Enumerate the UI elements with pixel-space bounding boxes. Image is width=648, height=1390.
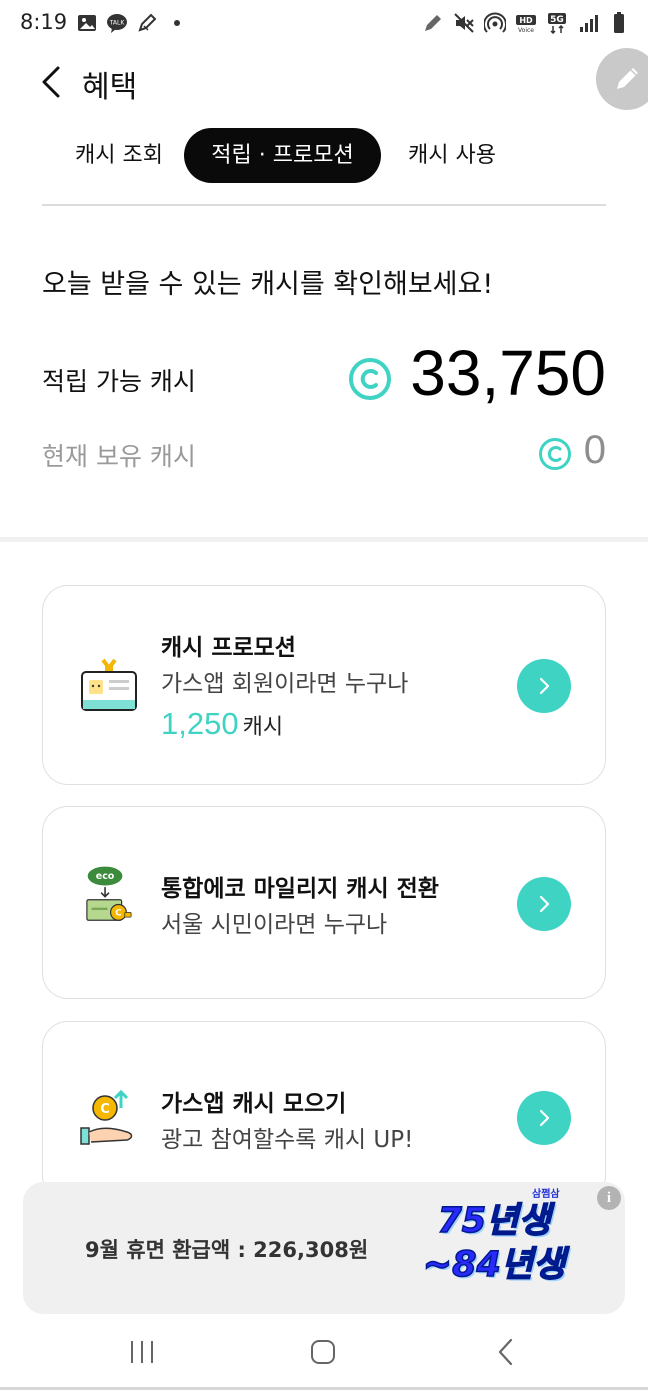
tab-bar: 캐시 조회 적립 · 프로모션 캐시 사용 [42,128,606,184]
owned-cash-label: 현재 보유 캐시 [42,442,196,471]
id-card-icon [81,658,137,711]
ad-brand-logo: 삼쩜삼 [532,1189,560,1200]
kakaotalk-icon: TALK [107,14,127,33]
ad-slogan: 75년생 ~84년생 [399,1200,589,1288]
hd-voice-icon: HD Voice [516,15,536,34]
recent-apps-button[interactable] [118,1332,166,1372]
status-right-icons: HD Voice 5G [422,12,630,34]
svg-text:Voice: Voice [518,27,534,34]
hotspot-icon [484,12,506,33]
system-nav-bar [0,1320,648,1390]
card-subtitle: 광고 참여할수록 캐시 UP! [161,1127,414,1153]
tab-cash-inquiry[interactable]: 캐시 조회 [54,128,184,183]
card-amount: 1,250 캐시 [161,706,283,742]
promotion-cash-amount: 1,250 [161,706,239,741]
eco-mileage-go-button[interactable] [517,877,571,931]
pencil-icon [617,68,638,89]
battery-icon [614,12,624,33]
home-icon [311,1340,335,1364]
owned-cash-amount: 0 [583,428,606,472]
recent-apps-icon [131,1341,153,1363]
mute-icon [454,13,474,33]
promotion-go-button[interactable] [517,659,571,713]
card-title: 캐시 프로모션 [161,635,296,661]
eco-exchange-icon: eco C [86,866,132,921]
eco-mileage-card[interactable]: eco C 통합에코 마일리지 캐시 전환 서울 시민이라면 누구나 [42,806,606,999]
tab-cash-use[interactable]: 캐시 사용 [392,128,512,183]
svg-text:5G: 5G [550,15,564,25]
cash-coin-icon [539,438,571,470]
collect-cash-card[interactable]: C 가스앱 캐시 모으기 광고 참여할수록 캐시 UP! [42,1021,606,1201]
ad-banner[interactable]: 9월 휴면 환급액 : 226,308원 삼쩜삼 75년생 ~84년생 i [23,1182,625,1314]
page-title: 혜택 [82,70,138,105]
chevron-right-icon [539,677,550,695]
chevron-right-icon [539,895,550,913]
ad-slogan-line-1: 75년생 [437,1200,552,1241]
earnable-cash-label: 적립 가능 캐시 [42,367,196,396]
status-time: 8:19 [20,10,68,34]
status-left-icons: TALK [76,12,188,34]
dot-icon [174,20,180,26]
app-header: 혜택 [0,52,648,112]
collect-cash-go-button[interactable] [517,1091,571,1145]
card-title: 통합에코 마일리지 캐시 전환 [161,876,439,902]
gallery-icon [78,15,96,31]
back-nav-icon [498,1338,513,1366]
svg-text:TALK: TALK [109,20,126,27]
promotion-card[interactable]: 캐시 프로모션 가스앱 회원이라면 누구나 1,250 캐시 [42,585,606,785]
earnable-cash-amount: 33,750 [410,337,606,409]
back-nav-button[interactable] [482,1332,530,1372]
svg-text:C: C [100,1102,110,1117]
chevron-right-icon [539,1109,550,1127]
cash-coin-icon [349,358,391,400]
card-title: 가스앱 캐시 모으기 [161,1091,347,1117]
card-subtitle: 가스앱 회원이라면 누구나 [161,671,409,697]
tabs-divider [42,204,606,206]
pencil-icon [138,13,157,32]
status-bar: 8:19 TALK HD Voice 5G [0,0,648,50]
section-divider [0,537,648,542]
pen-icon [425,15,441,31]
ad-slogan-line-2: ~84년생 [422,1244,566,1285]
signal-icon [580,15,598,32]
home-button[interactable] [299,1332,347,1372]
back-button[interactable] [36,62,72,102]
svg-text:HD: HD [519,16,533,25]
intro-text: 오늘 받을 수 있는 캐시를 확인해보세요! [42,269,494,300]
promotion-cash-unit: 캐시 [242,715,284,740]
5g-icon: 5G [548,13,566,34]
card-subtitle: 서울 시민이라면 누구나 [161,912,388,938]
coin-hand-icon: C [80,1089,133,1145]
ad-info-icon[interactable]: i [597,1186,621,1210]
tab-earn-promotion[interactable]: 적립 · 프로모션 [184,128,381,183]
ad-text: 9월 휴면 환급액 : 226,308원 [85,1238,369,1262]
svg-text:C: C [115,909,121,919]
eco-leaf-text: eco [96,871,115,882]
